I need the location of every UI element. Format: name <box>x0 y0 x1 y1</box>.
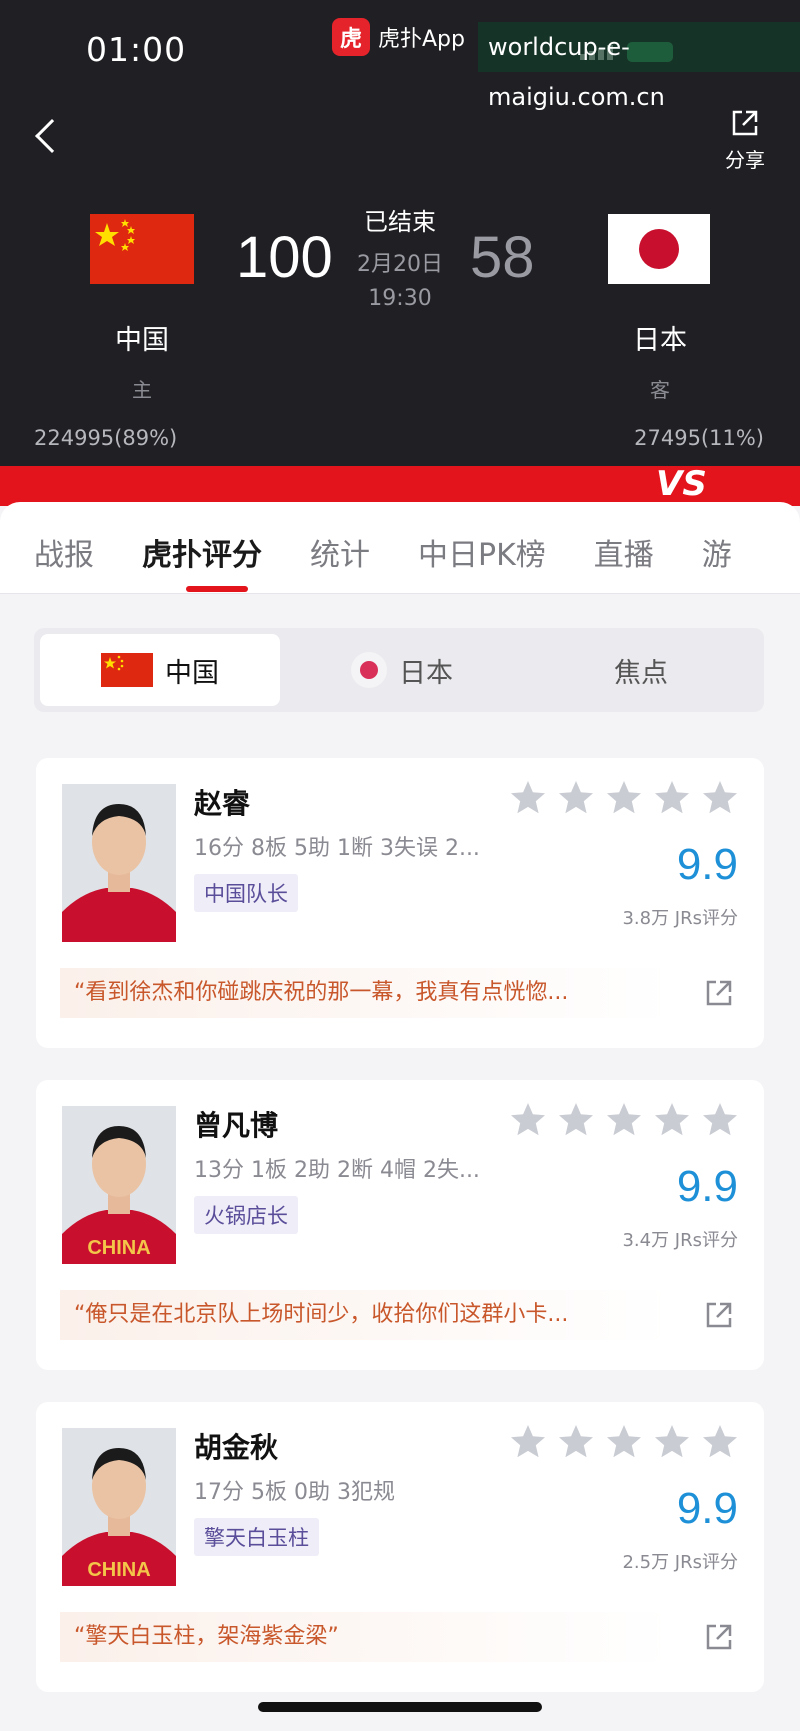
player-stats: 16分 8板 5助 1断 3失误 2... <box>194 836 480 861</box>
team-tab-label: 中国 <box>165 657 219 689</box>
match-date: 2月20日 <box>357 252 443 277</box>
player-stats: 17分 5板 0助 3犯规 <box>194 1480 395 1505</box>
app-name: 虎扑App <box>378 27 465 52</box>
rating-stars[interactable] <box>508 778 740 818</box>
share-label: 分享 <box>725 148 765 172</box>
star-icon[interactable] <box>556 1100 596 1140</box>
away-team-name[interactable]: 日本 <box>610 318 710 357</box>
player-photo[interactable] <box>62 784 176 942</box>
player-stats: 13分 1板 2助 2断 4帽 2失... <box>194 1158 480 1183</box>
player-nickname-tag: 火锅店长 <box>194 1196 298 1234</box>
top-comment[interactable]: “俺只是在北京队上场时间少，收拾你们这群小卡... <box>60 1290 672 1340</box>
star-icon[interactable] <box>556 1422 596 1462</box>
player-rating: 9.9 <box>676 1162 738 1211</box>
app-logo-icon: 虎 <box>332 18 370 56</box>
star-icon[interactable] <box>700 1100 740 1140</box>
china-flag-icon <box>101 653 153 687</box>
home-team-name[interactable]: 中国 <box>92 318 192 357</box>
app-chip: 虎 虎扑App <box>332 18 465 56</box>
tab-5[interactable]: 游 <box>702 530 732 574</box>
match-header: 01:00 虎 虎扑App worldcup-e-maigiu.com.cn 分… <box>0 0 800 466</box>
share-icon <box>732 110 758 136</box>
player-name: 赵睿 <box>194 787 251 820</box>
top-comment[interactable]: “擎天白玉柱，架海紫金梁” <box>60 1612 672 1662</box>
player-nickname-tag: 擎天白玉柱 <box>194 1518 319 1556</box>
star-icon[interactable] <box>508 778 548 818</box>
away-role-label: 客 <box>650 378 670 402</box>
rating-count: 2.5万 JRs评分 <box>622 1552 738 1573</box>
star-icon[interactable] <box>508 1100 548 1140</box>
player-photo[interactable]: CHINA <box>62 1428 176 1586</box>
team-selector: 中国 日本 焦点 <box>34 628 764 712</box>
star-icon[interactable] <box>652 1100 692 1140</box>
player-card[interactable]: 赵睿 16分 8板 5助 1断 3失误 2... 中国队长 9.9 3.8万 JRs评分… <box>36 758 764 1048</box>
rating-stars[interactable] <box>508 1100 740 1140</box>
home-indicator[interactable] <box>258 1702 542 1712</box>
star-icon[interactable] <box>604 778 644 818</box>
vs-mark: VS <box>656 464 707 504</box>
player-name: 曾凡博 <box>194 1109 279 1142</box>
star-icon[interactable] <box>700 778 740 818</box>
tab-bar: 战报 虎扑评分 统计 中日PK榜 直播 游 <box>0 502 800 594</box>
rating-stars[interactable] <box>508 1422 740 1462</box>
star-icon[interactable] <box>508 1422 548 1462</box>
star-icon[interactable] <box>604 1422 644 1462</box>
top-comment[interactable]: “看到徐杰和你碰跳庆祝的那一幕，我真有点恍惚... <box>60 968 672 1018</box>
japan-flag-icon <box>351 652 387 688</box>
away-score: 58 <box>470 225 535 290</box>
open-external-icon[interactable] <box>704 978 734 1008</box>
back-arrow-icon[interactable] <box>35 119 69 153</box>
match-time: 19:30 <box>368 286 432 311</box>
team-tab-japan[interactable]: 日本 <box>282 634 522 706</box>
share-button[interactable]: 分享 <box>718 108 772 173</box>
match-status: 已结束 <box>364 208 436 236</box>
home-support-count: 224995(89%) <box>34 426 178 450</box>
team-tab-china[interactable]: 中国 <box>40 634 280 706</box>
status-time: 01:00 <box>86 30 187 69</box>
home-role-label: 主 <box>132 378 152 402</box>
rating-count: 3.8万 JRs评分 <box>622 908 738 929</box>
team-tab-focus[interactable]: 焦点 <box>524 634 758 706</box>
player-rating: 9.9 <box>676 1484 738 1533</box>
tab-1[interactable]: 虎扑评分 <box>142 530 262 574</box>
watermark: worldcup-e-maigiu.com.cn <box>478 22 800 111</box>
player-name: 胡金秋 <box>194 1431 279 1464</box>
team-tab-label: 焦点 <box>614 657 668 689</box>
star-icon[interactable] <box>652 778 692 818</box>
tab-2[interactable]: 统计 <box>310 530 370 574</box>
rating-count: 3.4万 JRs评分 <box>622 1230 738 1251</box>
active-tab-indicator <box>186 586 248 592</box>
team-tab-label: 日本 <box>399 657 453 689</box>
player-card[interactable]: CHINA 胡金秋 17分 5板 0助 3犯规擎天白玉柱 9.9 2.5万 JRs评分 “… <box>36 1402 764 1692</box>
player-card[interactable]: CHINA 曾凡博 13分 1板 2助 2断 4帽 2失... 火锅店长 9.9 3.4万… <box>36 1080 764 1370</box>
star-icon[interactable] <box>652 1422 692 1462</box>
tab-3[interactable]: 中日PK榜 <box>418 530 546 574</box>
open-external-icon[interactable] <box>704 1300 734 1330</box>
away-support-count: 27495(11%) <box>634 426 764 450</box>
tab-4[interactable]: 直播 <box>594 530 654 574</box>
star-icon[interactable] <box>604 1100 644 1140</box>
star-icon[interactable] <box>556 778 596 818</box>
star-icon[interactable] <box>700 1422 740 1462</box>
open-external-icon[interactable] <box>704 1622 734 1652</box>
player-rating: 9.9 <box>676 840 738 889</box>
player-nickname-tag: 中国队长 <box>194 874 298 912</box>
tab-0[interactable]: 战报 <box>34 530 94 574</box>
player-photo[interactable]: CHINA <box>62 1106 176 1264</box>
jersey-text: CHINA <box>87 1559 150 1581</box>
jersey-text: CHINA <box>87 1237 150 1259</box>
